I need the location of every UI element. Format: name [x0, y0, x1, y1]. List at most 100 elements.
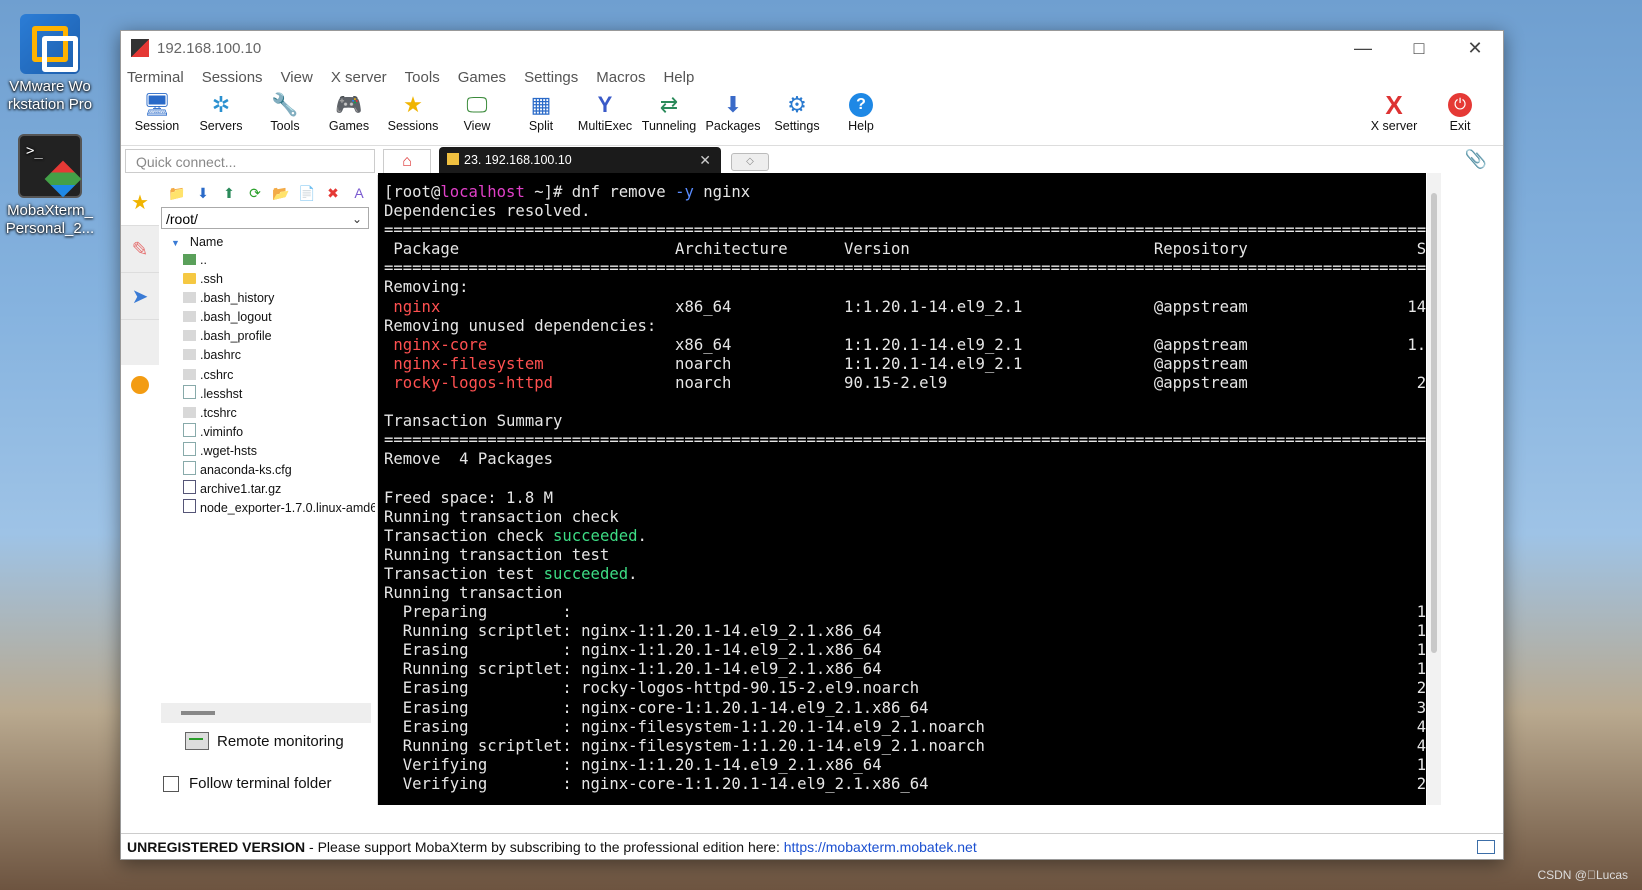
menu-terminal[interactable]: Terminal [127, 69, 184, 86]
desktop-icon-label: MobaXterm_ [7, 202, 93, 219]
desktop-icon-vmware[interactable]: VMware Wo rkstation Pro [0, 14, 100, 114]
file-list: ▼ Name .. .ssh .bash_history .bash_logout… [161, 233, 375, 518]
toolbar-help-button[interactable]: ? Help [829, 89, 893, 133]
terminal-line: Running transaction test [384, 545, 610, 564]
toolbar: 🖥 Session ✲ Servers 🔧 Tools 🎮 Games ★ Session… [121, 89, 1503, 146]
sidebar-tab-sftp[interactable] [121, 367, 159, 403]
file-name: .bash_logout [200, 310, 272, 325]
file-item[interactable]: .bash_logout [161, 308, 375, 327]
path-select[interactable]: /root/ ⌄ [161, 207, 369, 229]
terminal-line: Erasing : nginx-filesystem-1:1.20.1-14.e… [384, 717, 1426, 736]
file-item[interactable]: anaconda-ks.cfg [161, 461, 375, 480]
title-bar: 192.168.100.10 — □ ✕ [121, 31, 1503, 65]
rename-icon[interactable]: A [349, 185, 369, 201]
package-pad [553, 374, 675, 392]
sidebar-tab-sessions[interactable]: ★ [121, 179, 159, 226]
toolbar-tunneling-button[interactable]: ⇄ Tunneling [637, 89, 701, 133]
menu-help[interactable]: Help [663, 69, 694, 86]
terminal-line: Running scriptlet: nginx-filesystem-1:1.… [384, 736, 1426, 755]
toolbar-packages-button[interactable]: ⬇ Packages [701, 89, 765, 133]
terminal-output[interactable]: [root@localhost ~]# dnf remove -y nginx … [378, 173, 1426, 805]
file-item[interactable]: .cshrc [161, 366, 375, 385]
new-folder-icon[interactable]: 📂 [271, 185, 291, 202]
toolbar-view-button[interactable]: 🖵 View [445, 89, 509, 133]
toolbar-games-button[interactable]: 🎮 Games [317, 89, 381, 133]
follow-terminal-folder-checkbox[interactable]: Follow terminal folder [163, 775, 332, 792]
file-item[interactable]: node_exporter-1.7.0.linux-amd64 [161, 499, 375, 518]
menu-x-server[interactable]: X server [331, 69, 387, 86]
quick-connect-input[interactable]: Quick connect... [125, 149, 375, 173]
home-icon: ⌂ [402, 153, 412, 170]
menu-view[interactable]: View [281, 69, 313, 86]
file-item[interactable]: .tcshrc [161, 404, 375, 423]
file-item[interactable]: .lesshst [161, 384, 375, 404]
paperclip-icon[interactable]: 📎 [1465, 149, 1487, 170]
file-item[interactable]: archive1.tar.gz [161, 480, 375, 499]
terminal-package-row: nginx-core x86_64 1:1.20.1-14.el9_2.1 @a… [384, 336, 1426, 355]
toolbar-sessions-button[interactable]: ★ Sessions [381, 89, 445, 133]
parent-folder-icon[interactable]: 📁 [167, 185, 187, 202]
file-item[interactable]: .viminfo [161, 422, 375, 442]
download-icon[interactable]: ⬇ [193, 185, 213, 202]
multiexec-icon: Y [597, 92, 613, 117]
terminal-scrollbar[interactable] [1427, 173, 1441, 805]
toolbar-label: Help [848, 119, 874, 133]
tab-close-icon[interactable]: ✕ [699, 147, 711, 173]
file-item[interactable]: .wget-hsts [161, 441, 375, 461]
file-column-header[interactable]: ▼ Name [161, 233, 375, 251]
menu-settings[interactable]: Settings [524, 69, 578, 86]
document-icon [183, 441, 196, 456]
file-name: archive1.tar.gz [200, 482, 282, 497]
file-item[interactable]: .bash_profile [161, 327, 375, 346]
current-path: /root/ [166, 211, 198, 227]
file-name: anaconda-ks.cfg [200, 463, 292, 478]
sidebar-tab-macros[interactable]: ➤ [121, 273, 159, 320]
minimize-button[interactable]: — [1335, 31, 1391, 65]
toolbar-label: Settings [774, 119, 820, 133]
refresh-icon[interactable]: ⟳ [245, 185, 265, 202]
tools-icon: 🔧 [271, 92, 299, 117]
panel-resize-handle[interactable] [161, 703, 371, 723]
screen-icon[interactable] [1477, 840, 1495, 854]
toolbar-multiexec-button[interactable]: Y MultiExec [573, 89, 637, 133]
status-bar: UNREGISTERED VERSION - Please support Mo… [121, 833, 1503, 859]
upload-icon[interactable]: ⬆ [219, 185, 239, 202]
toolbar-tools-button[interactable]: 🔧 Tools [253, 89, 317, 133]
toolbar-xserver-button[interactable]: XX server [1361, 89, 1427, 133]
close-button[interactable]: ✕ [1447, 31, 1503, 65]
terminal-line: Removing: [384, 278, 469, 297]
toolbar-split-button[interactable]: ▦ Split [509, 89, 573, 133]
mobatek-link[interactable]: https://mobaxterm.mobatek.net [784, 839, 977, 855]
toolbar-servers-button[interactable]: ✲ Servers [189, 89, 253, 133]
file-name: .wget-hsts [200, 443, 257, 458]
sidebar-tab-tools[interactable]: ✎ [121, 226, 159, 273]
terminal-line: Verifying : nginx-1:1.20.1-14.el9_2.1.x8… [384, 755, 1426, 774]
terminal-line: Running scriptlet: nginx-1:1.20.1-14.el9… [384, 622, 1426, 641]
file-item[interactable]: .bash_history [161, 289, 375, 308]
menu-sessions[interactable]: Sessions [202, 69, 263, 86]
toolbar-settings-button[interactable]: ⚙ Settings [765, 89, 829, 133]
prompt-host: localhost [440, 183, 525, 201]
menu-tools[interactable]: Tools [405, 69, 440, 86]
home-tab[interactable]: ⌂ [383, 149, 431, 174]
new-file-icon[interactable]: 📄 [297, 185, 317, 202]
follow-terminal-folder-label: Follow terminal folder [189, 775, 332, 792]
succeeded-text: succeeded [543, 564, 629, 583]
desktop-icon-mobaxterm[interactable]: >_ MobaXterm_ Personal_2... [0, 134, 100, 238]
file-item[interactable]: .. [161, 251, 375, 270]
maximize-button[interactable]: □ [1391, 31, 1447, 65]
remote-monitoring-button[interactable]: Remote monitoring [185, 732, 344, 750]
toolbar-exit-button[interactable]: ⏻ Exit [1427, 89, 1493, 133]
terminal-line: ========================================… [384, 221, 1426, 240]
menu-games[interactable]: Games [458, 69, 506, 86]
toolbar-session-button[interactable]: 🖥 Session [125, 89, 189, 133]
checkbox[interactable] [163, 775, 179, 792]
terminal-line-check: Transaction check succeeded. [384, 527, 1426, 546]
file-item[interactable]: .ssh [161, 270, 375, 289]
file-item[interactable]: .bashrc [161, 346, 375, 365]
scrollbar-thumb[interactable] [1431, 193, 1437, 653]
delete-icon[interactable]: ✖ [323, 185, 343, 202]
menu-macros[interactable]: Macros [596, 69, 645, 86]
session-tab[interactable]: 23. 192.168.100.10 ✕ [439, 147, 721, 173]
new-tab-button[interactable]: ◇ [731, 153, 769, 171]
